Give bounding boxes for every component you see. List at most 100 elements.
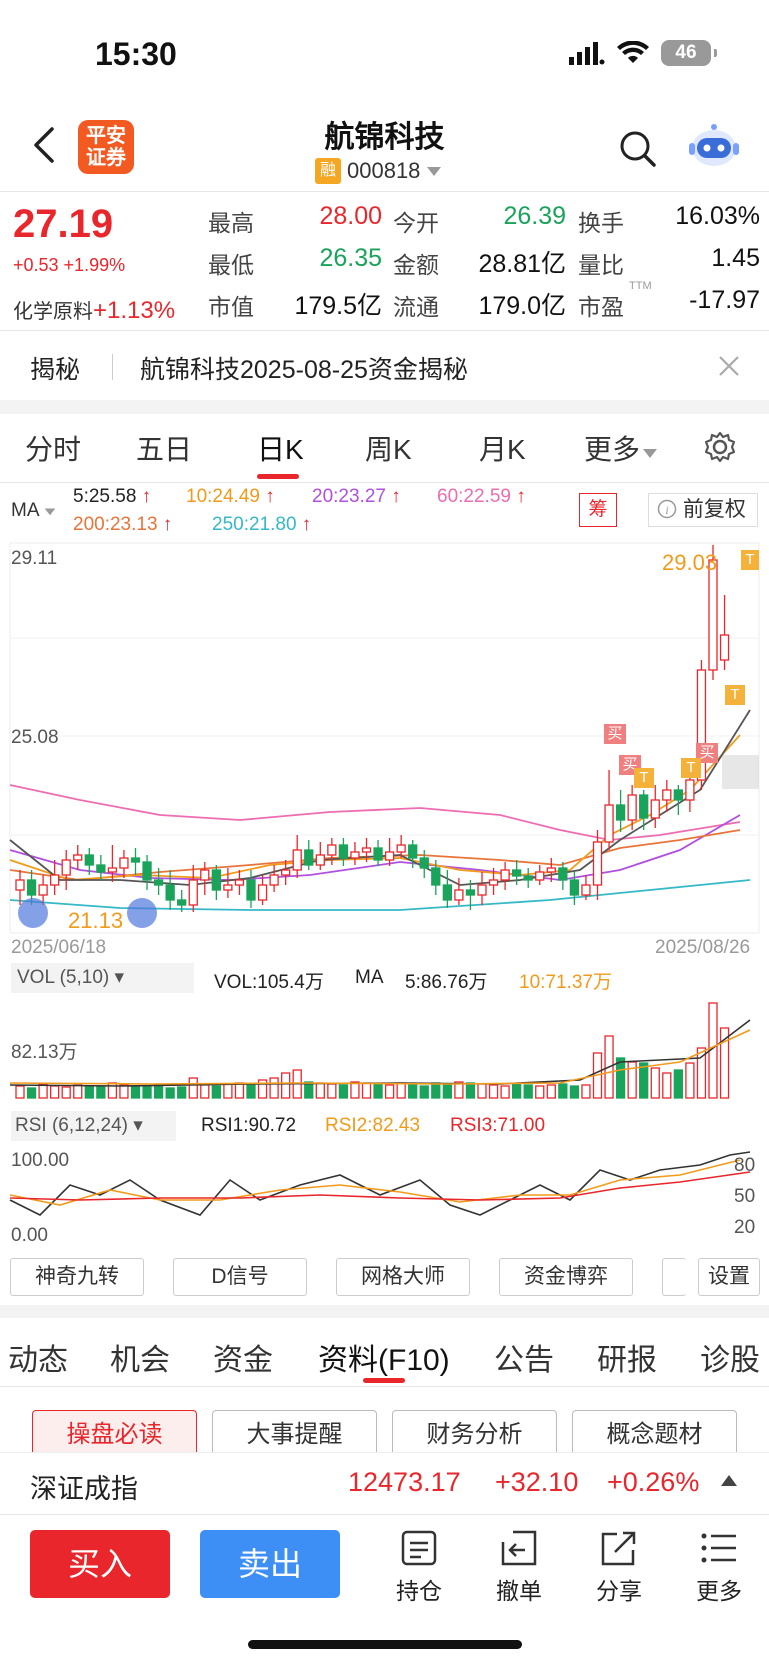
volume-bar (119, 1084, 129, 1099)
volume-bar (338, 1084, 349, 1099)
candle-body (685, 779, 695, 801)
chip-distribution-button[interactable]: 筹 (579, 493, 617, 527)
kline-chart[interactable] (0, 540, 769, 960)
sector-name: 化学原料 (13, 301, 93, 323)
tool-grid-master[interactable]: 网格大师 (336, 1258, 470, 1296)
tab-weekly-k[interactable]: 周K (365, 428, 412, 468)
quote-value: 179.0亿 (478, 292, 566, 320)
ma60-value: 60:22.59 ↑ (437, 486, 526, 507)
tab-research[interactable]: 研报 (597, 1335, 657, 1379)
candle-body (96, 864, 106, 873)
quote-value: 28.00 (319, 202, 382, 230)
search-icon[interactable] (617, 128, 657, 168)
candle-body (350, 851, 360, 859)
quote-value: 26.39 (503, 202, 566, 230)
candle-body (442, 884, 453, 901)
volume-bar (396, 1082, 406, 1099)
index-change-pct: +0.26% (607, 1467, 700, 1497)
candle-body (130, 857, 141, 863)
volume-bar (50, 1085, 60, 1099)
tab-active-indicator (257, 474, 299, 479)
volume-bar (177, 1086, 187, 1099)
buy-button[interactable]: 买入 (30, 1530, 170, 1598)
cancel-order-button[interactable]: 撤单 (484, 1528, 554, 1606)
candle-body (234, 879, 245, 886)
tool-magic-nine[interactable]: 神奇九转 (10, 1258, 144, 1296)
sub-major-events[interactable]: 大事提醒 (212, 1410, 377, 1458)
volume-bar (535, 1085, 545, 1099)
volume-bar (465, 1082, 476, 1099)
tab-five-day[interactable]: 五日 (136, 428, 192, 468)
rsi2-value: RSI2:82.43 (325, 1115, 421, 1136)
volume-bar (615, 1057, 626, 1099)
adjust-selector[interactable]: i 前复权 (648, 493, 758, 527)
fullscreen-icon[interactable] (127, 898, 157, 928)
tab-more[interactable]: 更多 (584, 428, 658, 468)
ma10-value: 10:24.49 ↑ (186, 486, 275, 507)
tab-opportunity[interactable]: 机会 (110, 1335, 170, 1379)
sub-trading-guide[interactable]: 操盘必读 (32, 1410, 197, 1458)
tab-f10[interactable]: 资料(F10) (318, 1335, 450, 1379)
volume-bar (685, 1062, 695, 1099)
tab-intraday[interactable]: 分时 (25, 428, 81, 468)
candle-body (627, 794, 637, 821)
tab-diagnosis[interactable]: 诊股 (700, 1335, 760, 1379)
volume-ma5-line (9, 1019, 751, 1087)
ma-selector[interactable]: MA (11, 500, 56, 522)
volume-bar (488, 1084, 499, 1099)
candle-body (142, 861, 152, 881)
sub-concepts[interactable]: 概念题材 (572, 1410, 737, 1458)
sell-button[interactable]: 卖出 (200, 1530, 340, 1598)
settings-gear-icon[interactable] (703, 430, 737, 464)
sub-financial-analysis[interactable]: 财务分析 (392, 1410, 557, 1458)
candle-body (384, 851, 395, 861)
stock-code-row[interactable]: 融 000818 (315, 158, 442, 184)
candle-body (292, 849, 302, 871)
more-button[interactable]: 更多 (684, 1528, 754, 1606)
tool-settings[interactable]: 设置 (698, 1258, 760, 1296)
t-marker: T (681, 758, 701, 778)
tab-announcement[interactable]: 公告 (494, 1335, 554, 1379)
quote-label: 今开 (393, 210, 439, 236)
candle-body (546, 867, 556, 873)
volume-bar (327, 1083, 337, 1099)
tab-monthly-k[interactable]: 月K (479, 428, 526, 468)
quote-value: 179.5亿 (294, 292, 382, 320)
close-icon[interactable] (717, 354, 741, 378)
volume-chart[interactable] (0, 994, 769, 1102)
candle-body (535, 871, 545, 881)
rsi-indicator-selector[interactable]: RSI (6,12,24) ▾ (11, 1111, 176, 1141)
tool-d-signal[interactable]: D信号 (173, 1258, 307, 1296)
volume-bar (373, 1083, 383, 1099)
sector-info[interactable]: 化学原料+1.13% (13, 295, 175, 325)
dropdown-icon (643, 449, 658, 458)
reveal-link[interactable]: 航锦科技2025-08-25资金揭秘 (140, 350, 468, 386)
adjust-label: 前复权 (682, 498, 746, 521)
tool-fund-game[interactable]: 资金博弈 (499, 1258, 633, 1296)
positions-button[interactable]: 持仓 (384, 1528, 454, 1606)
menu-icon (701, 1533, 736, 1563)
candle-body (488, 879, 499, 886)
rsi-chart[interactable] (0, 1145, 769, 1245)
volume-indicator-selector[interactable]: VOL (5,10) ▾ (11, 963, 194, 993)
tab-news[interactable]: 动态 (8, 1335, 68, 1379)
candle-body (50, 874, 60, 886)
tool-more-hidden[interactable] (662, 1258, 686, 1296)
volume-bar (200, 1084, 210, 1099)
volume-bar (442, 1083, 453, 1099)
candle-body (650, 799, 660, 819)
candle-body (61, 859, 71, 876)
candle-body (26, 879, 37, 896)
volume-bar (269, 1077, 279, 1099)
date-start: 2025/06/18 (11, 937, 107, 958)
candle-body (477, 884, 487, 896)
candle-body (581, 884, 591, 896)
share-button[interactable]: 分享 (584, 1528, 654, 1606)
ma5-value: 5:25.58 ↑ (73, 486, 152, 507)
volume-bar (246, 1084, 256, 1099)
tab-daily-k[interactable]: 日K (257, 428, 304, 468)
expand-up-icon[interactable] (720, 1473, 738, 1487)
expand-left-icon[interactable] (18, 898, 48, 928)
tab-funds[interactable]: 资金 (213, 1335, 273, 1379)
ai-assistant-icon[interactable] (688, 122, 740, 170)
